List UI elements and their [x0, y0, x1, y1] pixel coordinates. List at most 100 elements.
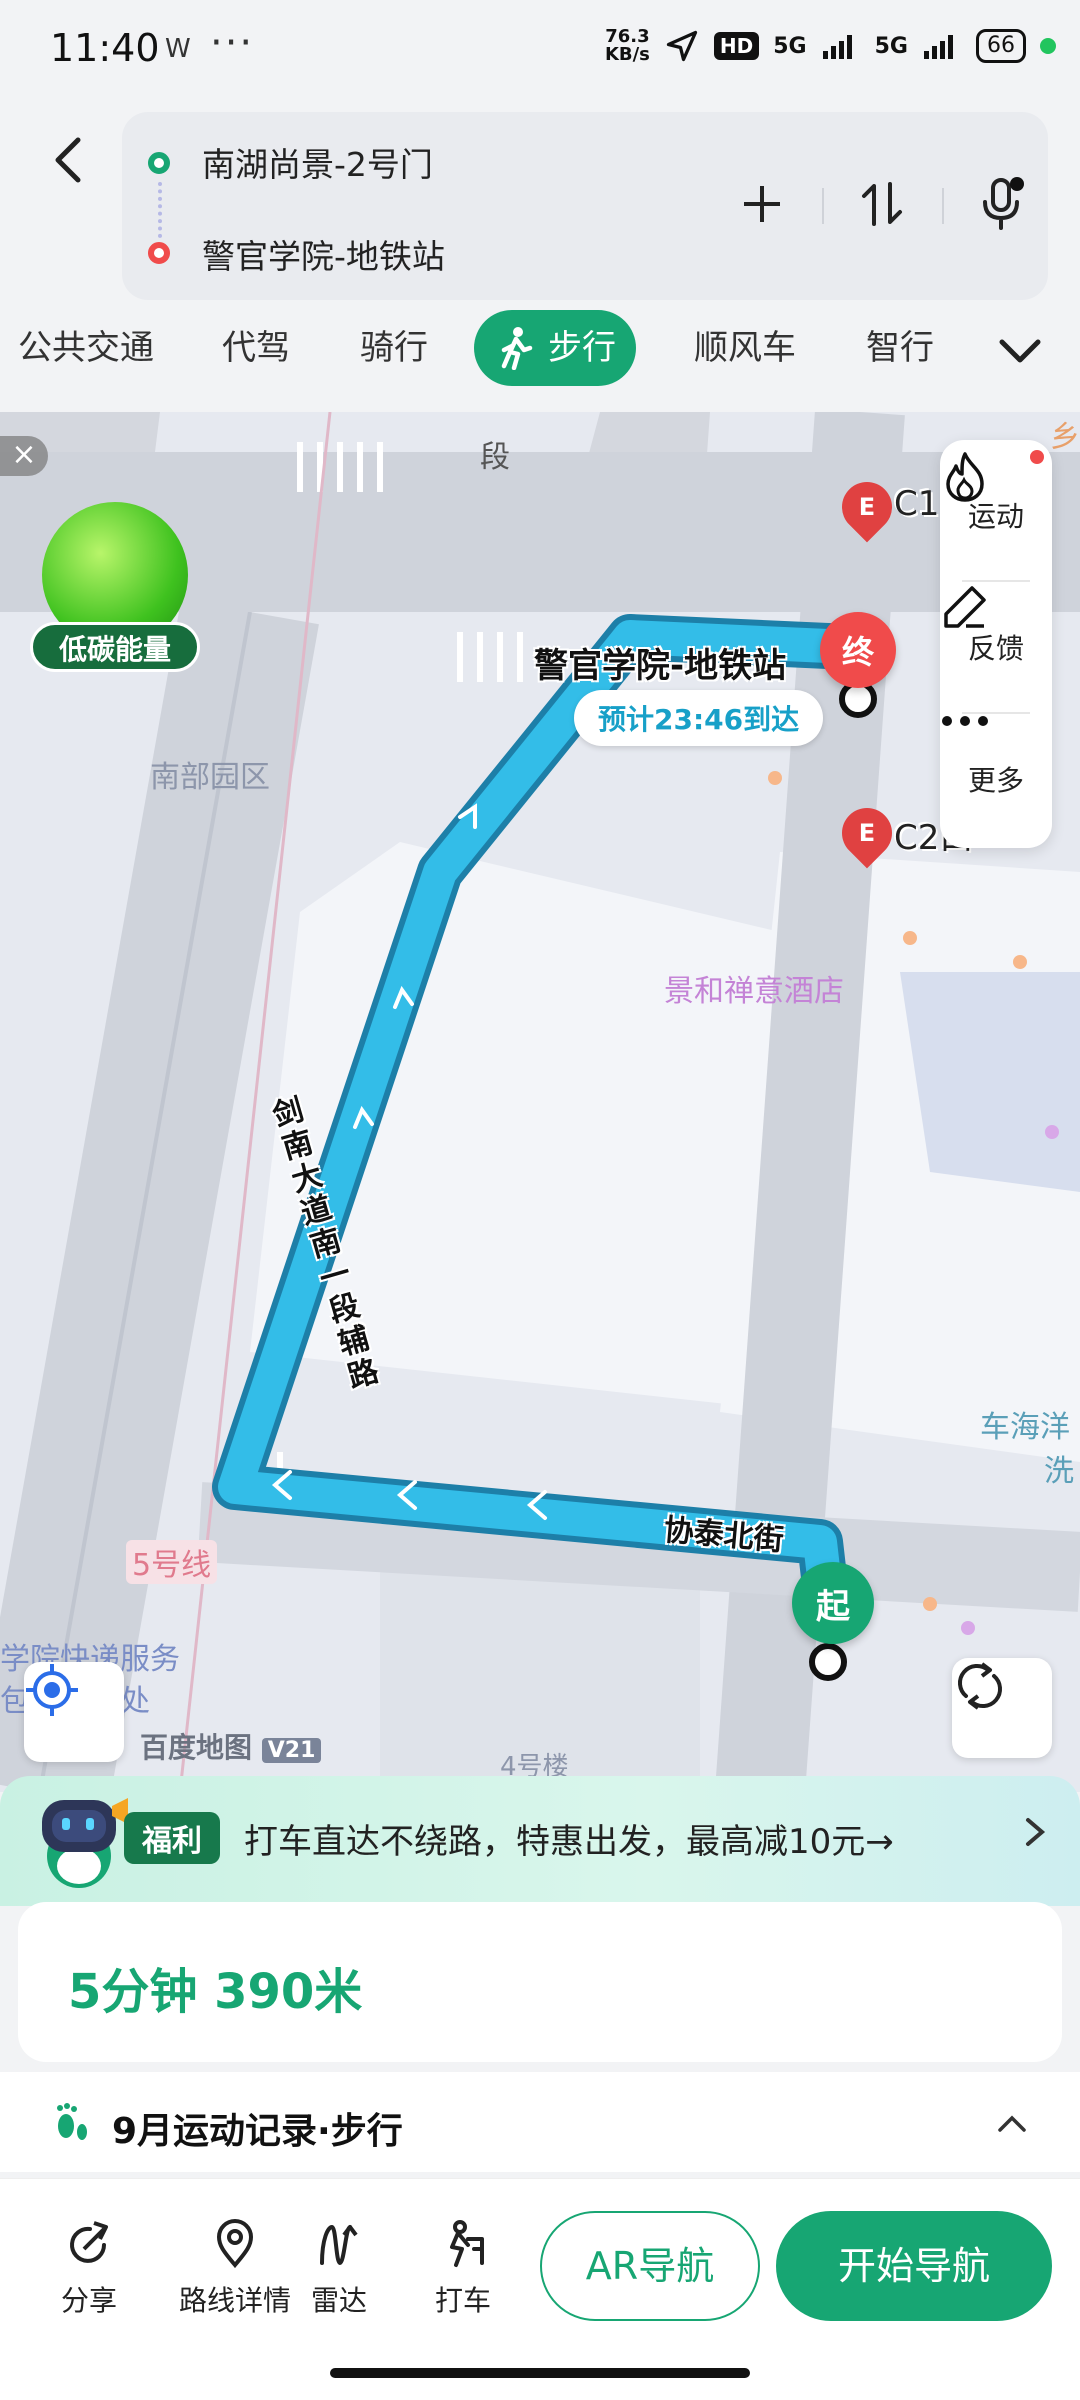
radar-label: 雷达: [310, 2284, 367, 2317]
exercise-record-label: 9月运动记录·步行: [112, 2111, 403, 2152]
map-side-panel: 运动 反馈 更多: [940, 440, 1052, 848]
start-location-field[interactable]: 南湖尚景-2号门: [202, 138, 433, 186]
tab-smart-travel[interactable]: 智行: [866, 310, 934, 386]
route-connector: [158, 182, 162, 238]
tab-walking-label: 步行: [548, 328, 616, 368]
feedback-button[interactable]: 反馈: [940, 582, 1052, 712]
chevron-down-icon: [999, 339, 1041, 363]
poi-car-wash: 车海洋: [980, 1410, 1070, 1445]
status-right: 76.3 KB/s HD 5G 5G 66: [605, 28, 1056, 64]
destination-label: 警官学院-地铁站: [534, 646, 787, 686]
back-button[interactable]: [40, 130, 100, 190]
poi-south-campus: 南部园区: [150, 760, 270, 795]
swap-route-button[interactable]: [842, 164, 922, 244]
swap-icon: [862, 182, 902, 226]
tab-carpool[interactable]: 顺风车: [694, 310, 796, 386]
more-button[interactable]: 更多: [940, 714, 1052, 844]
footprint-icon: [57, 2103, 87, 2140]
start-point-icon: [148, 152, 170, 174]
app-indicator-icon: W: [165, 34, 191, 64]
promo-banner[interactable]: 福利 打车直达不绕路，特惠出发，最高减10元→: [0, 1776, 1080, 1906]
add-waypoint-button[interactable]: [722, 164, 802, 244]
taxi-label: 打车: [434, 2284, 491, 2317]
flame-icon: [946, 452, 984, 502]
feedback-label: 反馈: [967, 632, 1024, 665]
start-marker: 起: [792, 1562, 874, 1644]
robot-mascot-icon: [42, 1798, 128, 1888]
more-notifications-icon: ···: [210, 20, 255, 66]
battery-icon: 66: [976, 29, 1026, 63]
share-label: 分享: [60, 2284, 117, 2317]
voice-input-button[interactable]: [962, 164, 1042, 244]
transport-tabs: 公共交通 代驾 骑行 步行 顺风车 智行: [0, 310, 1080, 400]
exit-c1-pin-icon[interactable]: E: [831, 471, 903, 543]
radar-button[interactable]: 雷达: [274, 2219, 404, 2319]
refresh-route-button[interactable]: [952, 1658, 1052, 1758]
route-card: 南湖尚景-2号门 警官学院-地铁站: [122, 112, 1048, 300]
poi-car-wash-b: 洗: [1044, 1454, 1074, 1489]
poi-hotel: 景和禅意酒店: [664, 974, 844, 1009]
more-label: 更多: [967, 764, 1024, 797]
hd-badge: HD: [713, 32, 760, 60]
divider: [942, 188, 944, 224]
exercise-record-row[interactable]: 9月运动记录·步行: [0, 2072, 1080, 2172]
location-pin-icon: [216, 2219, 254, 2269]
low-carbon-energy-widget[interactable]: 低碳能量: [30, 502, 200, 672]
tab-walking[interactable]: 步行: [474, 310, 636, 386]
brand-version: V21: [261, 1738, 322, 1763]
start-navigation-button[interactable]: 开始导航: [776, 2211, 1052, 2321]
tab-public-transit[interactable]: 公共交通: [18, 310, 154, 386]
promo-text: 打车直达不绕路，特惠出发，最高减10元→: [244, 1822, 894, 1862]
back-arrow-icon: [55, 137, 81, 183]
plus-icon: [744, 186, 780, 222]
tab-cycling[interactable]: 骑行: [360, 310, 428, 386]
bottom-action-bar: 分享 路线详情 雷达 打车 AR导航 开始导航: [0, 2178, 1080, 2400]
end-point-icon: [148, 242, 170, 264]
poi-corner-c: 乡: [1050, 420, 1080, 455]
sim2-signal: 5G: [874, 33, 908, 59]
chevron-up-icon: [998, 2115, 1026, 2132]
share-button[interactable]: 分享: [24, 2219, 154, 2319]
walking-icon: [501, 327, 533, 370]
tab-designated-driver[interactable]: 代驾: [222, 310, 290, 386]
metro-line-label: 5号线: [126, 1540, 218, 1584]
chevron-right-icon: [1026, 1818, 1046, 1846]
sport-button[interactable]: 运动: [940, 450, 1052, 580]
road-segment-label: 段: [480, 440, 510, 475]
status-time: 11:40: [50, 26, 160, 70]
net-speed: 76.3 KB/s: [604, 26, 650, 65]
privacy-dot-icon: [1040, 38, 1056, 54]
signal-icon: [924, 35, 953, 59]
locate-icon: [26, 1664, 78, 1716]
more-dots-icon: [942, 716, 988, 726]
home-indicator[interactable]: [330, 2368, 750, 2378]
ar-navigation-button[interactable]: AR导航: [540, 2211, 760, 2321]
more-tabs-button[interactable]: [990, 320, 1050, 380]
close-widget-button[interactable]: ×: [0, 436, 48, 476]
location-arrow-icon: [666, 30, 698, 62]
poi-courier-service-c: 处: [120, 1684, 150, 1719]
taxi-icon: [450, 2220, 484, 2267]
radar-icon: [320, 2224, 358, 2266]
route-summary-card[interactable]: 5分钟 390米: [18, 1902, 1062, 2062]
end-marker: 终: [820, 612, 896, 688]
share-icon: [70, 2221, 108, 2263]
end-location-field[interactable]: 警官学院-地铁站: [202, 230, 445, 278]
divider: [822, 188, 824, 224]
sim1-signal: 5G: [773, 33, 807, 59]
locate-me-button[interactable]: [24, 1662, 124, 1762]
brand-name: 百度地图: [140, 1731, 253, 1764]
eta-bubble: 预计23:46到达: [574, 690, 824, 746]
low-carbon-label: 低碳能量: [30, 622, 200, 672]
exit-c1-label: C1: [894, 484, 940, 524]
refresh-icon: [958, 1662, 1002, 1710]
route-summary: 5分钟 390米: [68, 1964, 363, 2020]
pencil-icon: [944, 586, 986, 628]
taxi-button[interactable]: 打车: [398, 2219, 528, 2319]
microphone-icon: [983, 177, 1024, 230]
exit-c2-pin-icon[interactable]: E: [831, 797, 903, 869]
signal-icon: [822, 35, 852, 59]
promo-badge: 福利: [124, 1812, 220, 1864]
map-view[interactable]: 低碳能量 × 段 南部园区 景和禅意酒店 5号线 学院快递服务 包 处 4号楼 …: [0, 412, 1080, 1792]
map-brand-logo: 百度地图 V21: [140, 1726, 322, 1766]
